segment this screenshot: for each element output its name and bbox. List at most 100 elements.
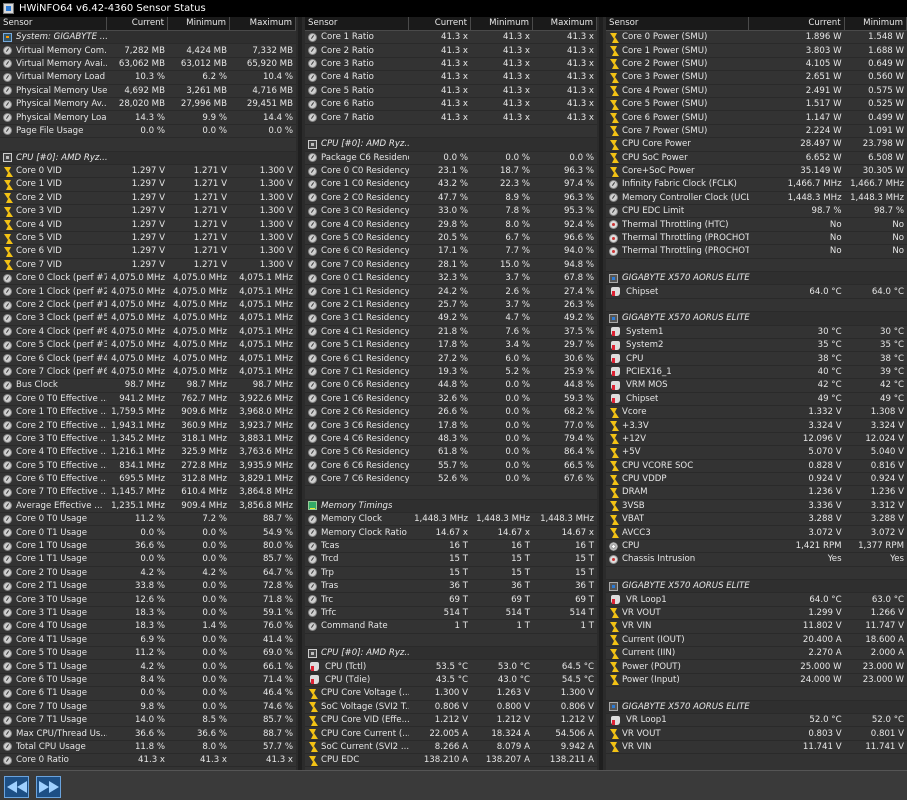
sensor-row[interactable]: Core 4 T0 Usage 18.3 % 1.4 % 76.0 %: [0, 620, 296, 634]
sensor-row[interactable]: Trfc 514 T 514 T 514 T: [305, 607, 597, 621]
sensor-row[interactable]: Core 7 C1 Residency 19.3 % 5.2 % 25.9 %: [305, 366, 597, 380]
sensor-row[interactable]: Core 3 T1 Usage 18.3 % 0.0 % 59.1 %: [0, 607, 296, 621]
sensor-row[interactable]: Core 2 Power (SMU) 4.105 W 0.649 W: [606, 58, 907, 72]
sensor-row[interactable]: CPU Core Power 28.497 W 23.798 W: [606, 138, 907, 152]
sensor-row[interactable]: Core 0 C6 Residency 44.8 % 0.0 % 44.8 %: [305, 379, 597, 393]
sensor-row[interactable]: Core 4 C6 Residency 48.3 % 0.0 % 79.4 %: [305, 433, 597, 447]
sensor-row[interactable]: CPU SoC Power 6.652 W 6.508 W: [606, 152, 907, 165]
sensor-pane-2[interactable]: Sensor Current Minimum Maximum Core 1 Ra…: [305, 17, 597, 770]
sensor-row[interactable]: Bus Clock 98.7 MHz 98.7 MHz 98.7 MHz: [0, 379, 296, 393]
sensor-row[interactable]: Core 3 C0 Residency 33.0 % 7.8 % 95.3 %: [305, 205, 597, 219]
pane-divider[interactable]: [599, 17, 603, 770]
sensor-row[interactable]: Core 6 Clock (perf #4) 4,075.0 MHz 4,075.0…: [0, 352, 296, 366]
sensor-row[interactable]: Trp 15 T 15 T 15 T: [305, 567, 597, 581]
sensor-row[interactable]: Core 5 Clock (perf #3) 4,075.0 MHz 4,075.0…: [0, 339, 296, 353]
pane-divider[interactable]: [298, 17, 302, 770]
sensor-row[interactable]: Core 5 T0 Effective ... 834.1 MHz 272.8 MH…: [0, 460, 296, 473]
sensor-row[interactable]: Core 2 C1 Residency 25.7 % 3.7 % 26.3 %: [305, 299, 597, 313]
sensor-row[interactable]: VR VIN 11.802 V 11.747 V: [606, 620, 907, 634]
sensor-group-header[interactable]: GIGABYTE X570 AORUS ELITE (...: [606, 312, 907, 326]
sensor-row[interactable]: Core 5 T1 Usage 4.2 % 0.0 % 66.1 %: [0, 660, 296, 674]
sensor-row[interactable]: Core 2 Ratio 41.3 x 41.3 x 41.3 x: [305, 44, 597, 58]
sensor-row[interactable]: +5V 5.070 V 5.040 V: [606, 446, 907, 460]
sensor-row[interactable]: Average Effective ... 1,235.1 MHz 909.4 MH…: [0, 500, 296, 514]
sensor-row[interactable]: Core 4 T0 Effective ... 1,216.1 MHz 325.9 …: [0, 446, 296, 460]
sensor-row[interactable]: Core 3 Power (SMU) 2.651 W 0.560 W: [606, 71, 907, 85]
sensor-row[interactable]: DRAM 1.236 V 1.236 V: [606, 486, 907, 500]
sensor-row[interactable]: System1 30 °C 30 °C: [606, 326, 907, 339]
sensor-row[interactable]: Core 6 C1 Residency 27.2 % 6.0 % 30.6 %: [305, 352, 597, 366]
sensor-row[interactable]: Chipset 64.0 °C 64.0 °C: [606, 285, 907, 299]
sensor-row[interactable]: Core 5 Power (SMU) 1.517 W 0.525 W: [606, 98, 907, 112]
sensor-row[interactable]: Memory Controller Clock (UCLK) 1,448.3 MH…: [606, 192, 907, 206]
sensor-row[interactable]: Core 3 C1 Residency 49.2 % 4.7 % 49.2 %: [305, 312, 597, 326]
sensor-row[interactable]: VBAT 3.288 V 3.288 V: [606, 513, 907, 527]
sensor-row[interactable]: CPU (Tctl) 53.5 °C 53.0 °C 64.5 °C: [305, 660, 597, 674]
sensor-row[interactable]: Core 4 VID 1.297 V 1.271 V 1.300 V: [0, 218, 296, 232]
sensor-row[interactable]: Vcore 1.332 V 1.308 V: [606, 406, 907, 420]
sensor-row[interactable]: Core 2 T0 Effective ... 1,943.1 MHz 360.9 …: [0, 419, 296, 433]
column-header-sensor[interactable]: Sensor: [0, 17, 107, 30]
column-header-sensor[interactable]: Sensor: [305, 17, 409, 30]
sensor-row[interactable]: CPU VDDP 0.924 V 0.924 V: [606, 473, 907, 487]
sensor-row[interactable]: Current (IIN) 2.270 A 2.000 A: [606, 647, 907, 661]
sensor-row[interactable]: VRM MOS 42 °C 42 °C: [606, 379, 907, 393]
sensor-row[interactable]: Physical Memory Av... 28,020 MB 27,996 MB 2…: [0, 98, 296, 112]
sensor-row[interactable]: Core 7 T1 Usage 14.0 % 8.5 % 85.7 %: [0, 714, 296, 728]
sensor-row[interactable]: Core 1 C6 Residency 32.6 % 0.0 % 59.3 %: [305, 393, 597, 406]
column-header-current[interactable]: Current: [107, 17, 168, 30]
sensor-row[interactable]: Current (IOUT) 20.400 A 18.600 A: [606, 634, 907, 647]
sensor-row[interactable]: Core 6 Ratio 41.3 x 41.3 x 41.3 x: [305, 98, 597, 112]
sensor-row[interactable]: Core 4 C0 Residency 29.8 % 8.0 % 92.4 %: [305, 218, 597, 232]
sensor-row[interactable]: CPU Core VID (Effe... 1.212 V 1.212 V 1.212…: [305, 714, 597, 728]
sensor-row[interactable]: Tcas 16 T 16 T 16 T: [305, 540, 597, 554]
sensor-group-header[interactable]: System: GIGABYTE ...: [0, 31, 296, 45]
sensor-group-header[interactable]: GIGABYTE X570 AORUS ELITE (...: [606, 272, 907, 286]
sensor-row[interactable]: Package C6 Residency 0.0 % 0.0 % 0.0 %: [305, 152, 597, 165]
sensor-row[interactable]: +3.3V 3.324 V 3.324 V: [606, 419, 907, 433]
sensor-row[interactable]: Core 3 T0 Effective ... 1,345.2 MHz 318.1 …: [0, 433, 296, 447]
sensor-row[interactable]: Page File Usage 0.0 % 0.0 % 0.0 %: [0, 125, 296, 139]
sensor-row[interactable]: Trcd 15 T 15 T 15 T: [305, 553, 597, 567]
sensor-row[interactable]: Core 1 T0 Usage 36.6 % 0.0 % 80.0 %: [0, 540, 296, 554]
sensor-row[interactable]: Core 0 T0 Effective ... 941.2 MHz 762.7 MH…: [0, 393, 296, 406]
sensor-row[interactable]: Core 7 T0 Usage 9.8 % 0.0 % 74.6 %: [0, 701, 296, 714]
sensor-row[interactable]: Core 1 C0 Residency 43.2 % 22.3 % 97.4 %: [305, 178, 597, 192]
sensor-row[interactable]: CPU EDC 138.210 A 138.207 A 138.211 A: [305, 754, 597, 768]
sensor-row[interactable]: CPU 38 °C 38 °C: [606, 352, 907, 366]
sensor-row[interactable]: Core 0 T0 Usage 11.2 % 7.2 % 88.7 %: [0, 513, 296, 527]
sensor-row[interactable]: Core 6 C6 Residency 55.7 % 0.0 % 66.5 %: [305, 460, 597, 473]
sensor-row[interactable]: Thermal Throttling (PROCHOT E... No No: [606, 245, 907, 259]
sensor-row[interactable]: VR Loop1 52.0 °C 52.0 °C: [606, 714, 907, 728]
sensor-row[interactable]: Core 0 T1 Usage 0.0 % 0.0 % 54.9 %: [0, 526, 296, 540]
sensor-row[interactable]: CPU 1,421 RPM 1,377 RPM: [606, 540, 907, 554]
sensor-row[interactable]: Core 0 Clock (perf #7) 4,075.0 MHz 4,075.0…: [0, 272, 296, 286]
column-header-minimum[interactable]: Minimum: [845, 17, 907, 30]
sensor-row[interactable]: Core 3 Ratio 41.3 x 41.3 x 41.3 x: [305, 58, 597, 72]
sensor-row[interactable]: CPU Core Voltage (... 1.300 V 1.263 V 1.300…: [305, 687, 597, 701]
sensor-row[interactable]: Core 2 C6 Residency 26.6 % 0.0 % 68.2 %: [305, 406, 597, 420]
expand-right-button[interactable]: [36, 776, 61, 798]
sensor-row[interactable]: Virtual Memory Avai... 63,062 MB 63,012 MB…: [0, 58, 296, 72]
sensor-row[interactable]: Core 1 Power (SMU) 3.803 W 1.688 W: [606, 44, 907, 58]
sensor-row[interactable]: Thermal Throttling (HTC) No No: [606, 218, 907, 232]
sensor-row[interactable]: Core+SoC Power 35.149 W 30.305 W: [606, 165, 907, 179]
sensor-row[interactable]: CPU Core Current (... 22.005 A 18.324 A 54.…: [305, 727, 597, 741]
sensor-row[interactable]: Core 7 Clock (perf #6) 4,075.0 MHz 4,075.0…: [0, 366, 296, 380]
sensor-row[interactable]: Core 4 Clock (perf #8) 4,075.0 MHz 4,075.0…: [0, 326, 296, 339]
column-header-current[interactable]: Current: [409, 17, 471, 30]
sensor-row[interactable]: SoC Current (SVI2 ... 8.266 A 8.079 A 9.942…: [305, 741, 597, 755]
column-header-sensor[interactable]: Sensor: [606, 17, 749, 30]
sensor-row[interactable]: PCIEX16_1 40 °C 39 °C: [606, 366, 907, 380]
sensor-row[interactable]: Core 4 T1 Usage 6.9 % 0.0 % 41.4 %: [0, 634, 296, 647]
sensor-row[interactable]: Core 5 C1 Residency 17.8 % 3.4 % 29.7 %: [305, 339, 597, 353]
sensor-row[interactable]: Core 3 VID 1.297 V 1.271 V 1.300 V: [0, 205, 296, 219]
sensor-row[interactable]: +12V 12.096 V 12.024 V: [606, 433, 907, 447]
column-header-maximum[interactable]: Maximum: [533, 17, 597, 30]
sensor-row[interactable]: Core 7 T0 Effective ... 1,145.7 MHz 610.4 …: [0, 486, 296, 500]
sensor-row[interactable]: Physical Memory Used 4,692 MB 3,261 MB 4,71…: [0, 85, 296, 98]
sensor-group-header[interactable]: CPU [#0]: AMD Ryz...: [305, 646, 597, 661]
sensor-row[interactable]: Core 3 T0 Usage 12.6 % 0.0 % 71.8 %: [0, 593, 296, 607]
sensor-row[interactable]: VR VIN 11.741 V 11.741 V: [606, 741, 907, 755]
sensor-pane-3[interactable]: Sensor Current Minimum Core 0 Power (SMU…: [606, 17, 907, 770]
